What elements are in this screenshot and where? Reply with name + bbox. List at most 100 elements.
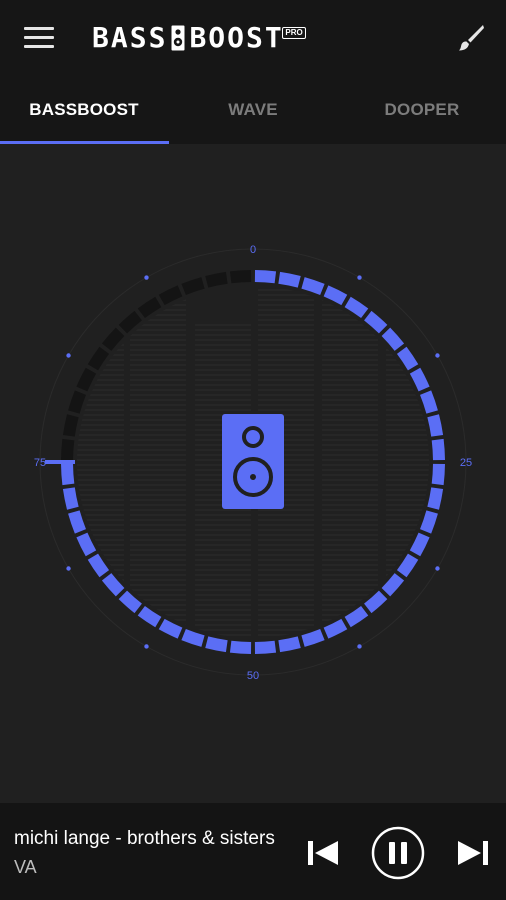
equalizer-stripe	[322, 489, 378, 491]
dial-segment-inactive	[68, 390, 86, 414]
equalizer-stripe	[195, 544, 251, 546]
equalizer-stripe	[258, 549, 314, 551]
equalizer-stripe	[386, 264, 442, 266]
equalizer-stripe	[77, 314, 124, 316]
equalizer-stripe	[77, 614, 124, 616]
equalizer-stripe	[258, 629, 314, 631]
equalizer-stripe	[258, 514, 314, 516]
equalizer-stripe	[386, 644, 442, 646]
equalizer-stripe	[258, 599, 314, 601]
dial-segment-active	[364, 590, 388, 614]
equalizer-stripe	[258, 324, 314, 326]
equalizer-stripe	[386, 354, 429, 356]
equalizer-stripe	[195, 589, 251, 591]
brush-icon[interactable]	[454, 22, 486, 54]
equalizer-stripe	[195, 354, 251, 356]
equalizer-stripe	[258, 364, 314, 366]
equalizer-stripe	[386, 604, 429, 606]
dial-label-top: 0	[250, 244, 256, 256]
equalizer-stripe	[130, 599, 186, 601]
equalizer-stripe	[130, 529, 186, 531]
equalizer-stripe	[130, 414, 186, 416]
equalizer-stripe	[322, 434, 378, 436]
equalizer-stripe	[195, 549, 251, 551]
tab-dooper[interactable]: DOOPER	[338, 76, 506, 144]
tab-wave[interactable]: WAVE	[169, 76, 337, 144]
skip-previous-icon[interactable]	[306, 838, 340, 868]
equalizer-stripe	[130, 644, 186, 646]
equalizer-stripe	[258, 264, 314, 266]
equalizer-stripe	[322, 344, 378, 346]
dial-segment-active	[431, 438, 445, 461]
equalizer-stripe	[195, 629, 251, 631]
equalizer-stripe	[77, 634, 124, 636]
dial-tick-dot	[144, 275, 149, 280]
equalizer-stripe	[386, 279, 442, 281]
equalizer-stripe	[258, 654, 314, 656]
equalizer-stripe	[322, 354, 378, 356]
equalizer-stripe	[258, 509, 314, 511]
equalizer-stripe	[195, 344, 251, 346]
equalizer-stripe	[77, 439, 124, 441]
equalizer-stripe	[258, 604, 314, 606]
dial-segment-active	[427, 414, 444, 437]
menu-icon[interactable]	[24, 27, 54, 49]
equalizer-stripe	[322, 519, 378, 521]
equalizer-stripe	[130, 519, 186, 521]
pause-button[interactable]	[371, 826, 425, 880]
equalizer-stripe	[130, 459, 186, 461]
equalizer-stripe	[77, 304, 124, 306]
equalizer-stripe	[258, 524, 314, 526]
equalizer-stripe	[130, 354, 186, 356]
equalizer-stripe	[77, 574, 124, 576]
equalizer-stripe	[258, 379, 314, 381]
equalizer-stripe	[322, 359, 378, 361]
equalizer-stripe	[77, 544, 124, 546]
equalizer-stripe	[130, 509, 186, 511]
equalizer-stripe	[130, 454, 186, 456]
dial-segment-inactive	[62, 414, 79, 437]
bassboost-dial[interactable]: 0 25 50 75	[0, 144, 506, 803]
equalizer-stripe	[130, 439, 186, 441]
app-logo: BASS BOOST PRO	[92, 21, 306, 54]
equalizer-stripe	[195, 384, 251, 386]
equalizer-stripe	[130, 539, 186, 541]
dial-label-right: 25	[460, 457, 472, 469]
equalizer-stripe	[386, 394, 429, 396]
equalizer-stripe	[68, 229, 124, 231]
equalizer-stripe	[195, 659, 251, 661]
dial-segment-active	[381, 573, 405, 597]
equalizer-stripe	[68, 274, 124, 276]
equalizer-stripe	[195, 339, 251, 341]
dial-segment-inactive	[101, 327, 125, 351]
dial-tick-dot	[357, 275, 362, 280]
equalizer-stripe	[68, 244, 124, 246]
equalizer-stripe	[322, 349, 378, 351]
equalizer-stripe	[130, 409, 186, 411]
dial-segment-active	[205, 636, 228, 653]
equalizer-stripe	[258, 394, 314, 396]
equalizer-stripe	[258, 344, 314, 346]
logo-text-bass: BASS	[92, 21, 168, 54]
dial-segment-active	[409, 532, 430, 557]
equalizer-stripe	[195, 374, 251, 376]
dial-label-left: 75	[34, 457, 46, 469]
tab-bassboost[interactable]: BASSBOOST	[0, 76, 168, 144]
skip-next-icon[interactable]	[456, 838, 490, 868]
equalizer-stripe	[130, 564, 186, 566]
equalizer-stripe	[195, 564, 251, 566]
equalizer-stripe	[322, 579, 378, 581]
equalizer-stripe	[130, 299, 186, 301]
equalizer-stripe	[322, 454, 378, 456]
equalizer-stripe	[195, 359, 251, 361]
equalizer-stripe	[386, 294, 429, 296]
equalizer-stripe	[130, 449, 186, 451]
equalizer-stripe	[68, 264, 124, 266]
equalizer-stripe	[386, 649, 442, 651]
equalizer-stripe	[386, 594, 429, 596]
equalizer-stripe	[258, 329, 314, 331]
equalizer-stripe	[130, 559, 186, 561]
equalizer-stripe	[68, 209, 124, 211]
equalizer-stripe	[322, 484, 378, 486]
equalizer-stripe	[322, 424, 378, 426]
